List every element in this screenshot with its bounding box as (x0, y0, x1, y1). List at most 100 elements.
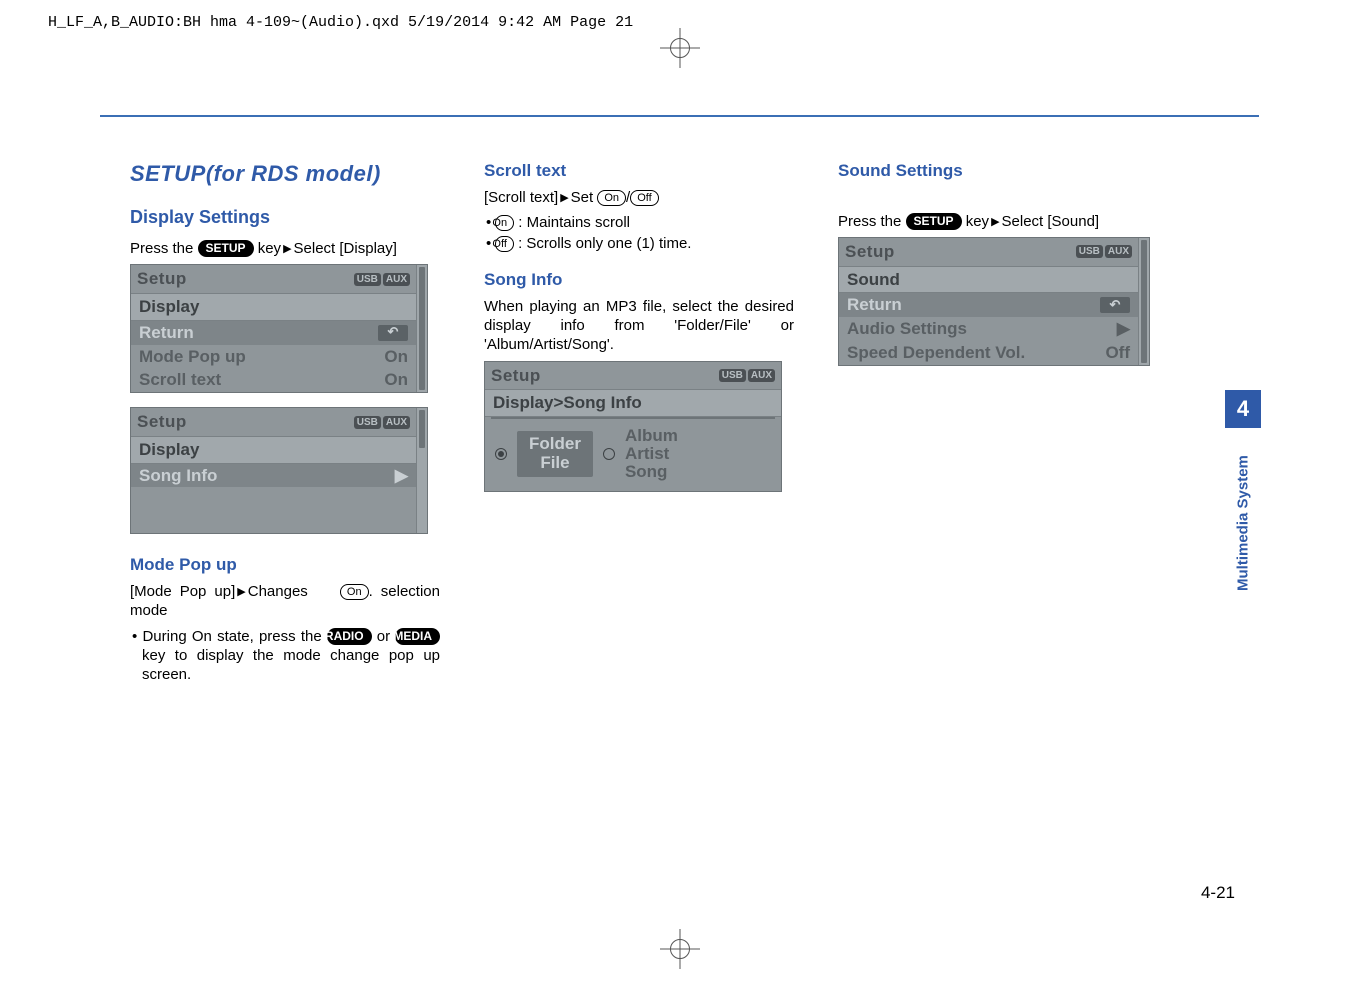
text: or (372, 628, 396, 645)
row-label: Audio Settings (847, 318, 967, 340)
text: Changes (248, 583, 316, 600)
on-pill: On (340, 584, 369, 600)
scrollbar (1138, 238, 1149, 365)
text: key (962, 213, 990, 230)
text: Song (625, 463, 678, 481)
scroll-text-line: [Scroll text]▶Set On/Off (484, 188, 794, 207)
text: Album (625, 427, 678, 445)
scroll-bullet-on: • On : Maintains scroll (486, 213, 794, 232)
on-pill: On (597, 190, 626, 206)
text: File (529, 454, 581, 473)
row-value: On (384, 346, 408, 368)
scroll-bullet-off: • Off : Scrolls only one (1) time. (486, 234, 794, 253)
text: [Mode Pop up] (130, 583, 235, 600)
mode-popup-bullet: • During On state, press the RADIO or ME… (132, 627, 440, 685)
text: key (254, 240, 282, 257)
arrow-icon: ▶ (395, 465, 408, 487)
mode-popup-line: [Mode Pop up]▶Changes On. selection mode (130, 582, 440, 620)
arrow-icon: ▶ (560, 191, 568, 205)
text: key to display the mode change pop up sc… (142, 647, 440, 683)
screen-row-songinfo: Song Info ▶ (131, 464, 416, 488)
screen-display-2: Setup USB AUX Display Song Info ▶ (130, 407, 428, 534)
print-header: H_LF_A,B_AUDIO:BH hma 4-109~(Audio).qxd … (48, 14, 633, 31)
row-value: Off (1105, 342, 1130, 364)
media-key: MEDIA (395, 628, 440, 645)
usb-badge: USB (719, 369, 746, 382)
column-3: Sound Settings Press the SETUP key▶Selec… (838, 160, 1148, 686)
screen-row-return: Return ↶ (131, 321, 416, 345)
row-label: Speed Dependent Vol. (847, 342, 1025, 364)
arrow-icon: ▶ (991, 215, 999, 229)
scrollbar (416, 265, 427, 392)
back-icon: ↶ (1100, 297, 1130, 313)
heading-scroll-text: Scroll text (484, 160, 794, 182)
screen-sound: Setup USB AUX Sound Return ↶ (838, 237, 1150, 366)
heading-mode-popup: Mode Pop up (130, 554, 440, 576)
text: [Scroll text] (484, 189, 558, 206)
registration-mark-top (660, 28, 700, 68)
text: Press the (838, 213, 906, 230)
text: Select [Sound] (1002, 213, 1100, 230)
text: Artist (625, 445, 678, 463)
row-label: Scroll text (139, 369, 221, 391)
row-value: On (384, 369, 408, 391)
screen-band: Display>Song Info (485, 389, 781, 417)
row-label: Song Info (139, 465, 217, 487)
row-label: Return (139, 322, 194, 344)
setup-key: SETUP (198, 240, 254, 257)
heading-setup: SETUP(for RDS model) (130, 160, 440, 188)
row-label: Mode Pop up (139, 346, 246, 368)
screen-row-return: Return ↶ (839, 293, 1138, 317)
song-info-option-albumartistsong: Album Artist Song (625, 427, 678, 481)
aux-badge: AUX (383, 416, 410, 429)
screen-title: Setup (845, 241, 895, 263)
screen-row-scrolltext: Scroll text On (131, 368, 416, 392)
text: During On state, press the (142, 628, 326, 645)
row-label: Return (847, 294, 902, 316)
side-tab: 4 Multimedia System (1225, 390, 1261, 618)
screen-title: Setup (491, 365, 541, 387)
aux-badge: AUX (1105, 245, 1132, 258)
screen-band: Display (131, 436, 416, 464)
arrow-icon: ▶ (237, 585, 245, 599)
text: : Maintains scroll (514, 214, 630, 231)
press-setup-display: Press the SETUP key▶Select [Display] (130, 239, 440, 258)
column-1: SETUP(for RDS model) Display Settings Pr… (130, 160, 440, 686)
song-info-para: When playing an MP3 file, select the des… (484, 297, 794, 355)
screen-band: Sound (839, 266, 1138, 294)
usb-badge: USB (354, 416, 381, 429)
heading-song-info: Song Info (484, 269, 794, 291)
song-info-option-folderfile: Folder File (517, 431, 593, 476)
column-2: Scroll text [Scroll text]▶Set On/Off • O… (484, 160, 794, 686)
screen-display-1: Setup USB AUX Display Return ↶ (130, 264, 428, 393)
usb-badge: USB (1076, 245, 1103, 258)
radio-unselected-icon (603, 448, 615, 460)
screen-title: Setup (137, 411, 187, 433)
arrow-icon: ▶ (1117, 318, 1130, 340)
arrow-icon: ▶ (283, 242, 291, 256)
chapter-number: 4 (1225, 390, 1261, 428)
text: Press the (130, 240, 198, 257)
screen-song-info: Setup USB AUX Display>Song Info Folder F… (484, 361, 782, 492)
screen-title: Setup (137, 268, 187, 290)
page-number: 4-21 (1201, 883, 1235, 903)
screen-row-speed-vol: Speed Dependent Vol. Off (839, 341, 1138, 365)
press-setup-sound: Press the SETUP key▶Select [Sound] (838, 212, 1148, 231)
aux-badge: AUX (748, 369, 775, 382)
heading-sound-settings: Sound Settings (838, 160, 1148, 182)
scrollbar (416, 408, 427, 533)
heading-display-settings: Display Settings (130, 206, 440, 229)
on-pill: On (495, 215, 514, 231)
off-pill: Off (630, 190, 658, 206)
text: Set (571, 189, 598, 206)
radio-selected-icon (495, 448, 507, 460)
screen-row-audio-settings: Audio Settings ▶ (839, 317, 1138, 341)
back-icon: ↶ (378, 325, 408, 341)
aux-badge: AUX (383, 273, 410, 286)
text: Select [Display] (294, 240, 397, 257)
radio-key: RADIO (327, 628, 372, 645)
page-body: SETUP(for RDS model) Display Settings Pr… (100, 90, 1259, 939)
top-rule (100, 115, 1259, 117)
chapter-label: Multimedia System (1225, 428, 1261, 618)
text: Folder (529, 435, 581, 454)
